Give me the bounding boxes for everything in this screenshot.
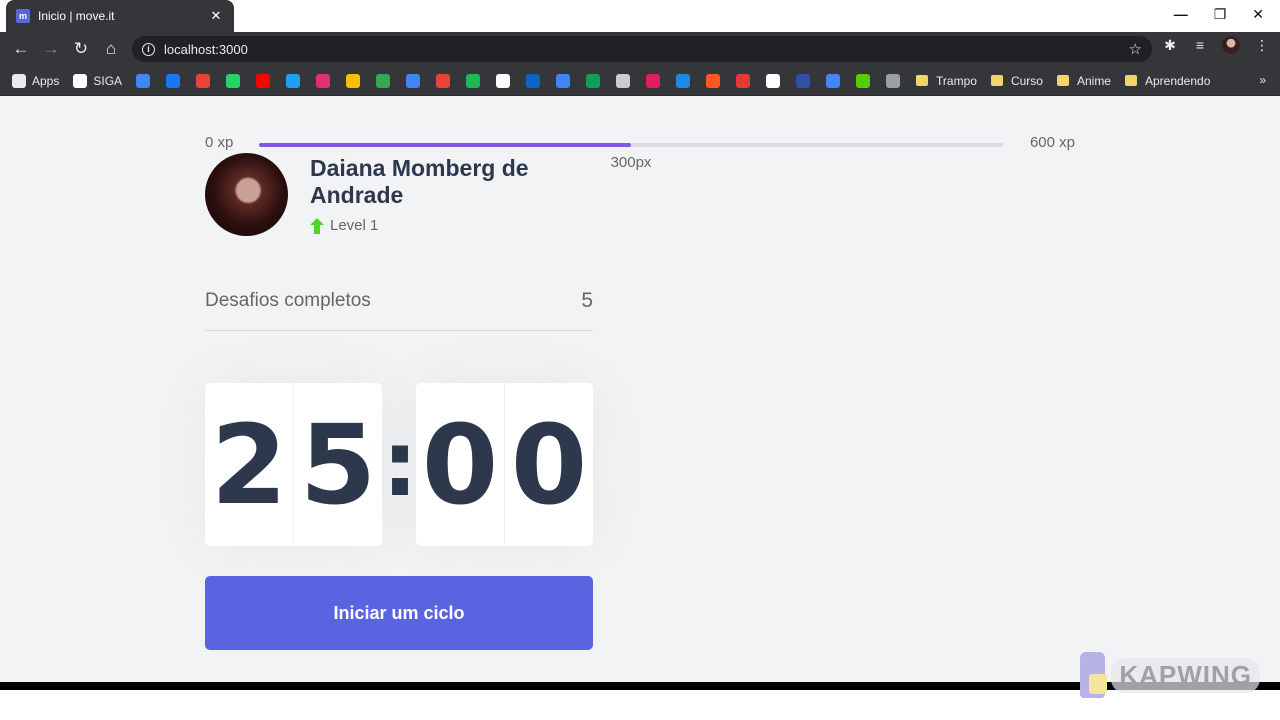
address-bar[interactable]: i localhost:3000 ☆ (132, 36, 1152, 62)
folder-label: Curso (1010, 73, 1043, 88)
second-digit-right: 0 (504, 383, 593, 546)
experience-bar: 0 xp 300px 600 xp (205, 134, 1075, 171)
spotify-icon[interactable] (466, 73, 481, 88)
calendar-icon[interactable] (136, 73, 151, 88)
bookmark-folder-trampo[interactable]: Trampo (916, 74, 977, 88)
bookmark-siga[interactable]: SIGA (73, 73, 123, 88)
home-icon[interactable]: ⌂ (96, 34, 126, 64)
globe-icon (73, 73, 88, 88)
level-up-arrow-icon (310, 217, 324, 234)
bookmark-folder-curso[interactable]: Curso (990, 73, 1043, 88)
folder-label: Trampo (936, 73, 977, 88)
bookmark-folder-aprendendo[interactable]: Aprendendo (1124, 73, 1211, 88)
translate-icon[interactable] (406, 73, 421, 88)
photos-icon[interactable] (346, 73, 361, 88)
facebook-icon[interactable] (166, 73, 181, 88)
challenges-count: 5 (581, 289, 593, 312)
folder-label: Aprendendo (1144, 73, 1211, 88)
url-text[interactable]: localhost:3000 (164, 42, 1129, 57)
twitter-icon[interactable] (286, 73, 301, 88)
page-content: 0 xp 300px 600 xp Daiana Momberg de Andr… (0, 96, 1280, 682)
minimize-icon[interactable]: — (1174, 6, 1188, 23)
instagram-icon[interactable] (316, 73, 331, 88)
folder-icon (1056, 75, 1069, 86)
profile-info: Daiana Momberg de Andrade Level 1 (310, 155, 560, 234)
drive-icon[interactable] (376, 73, 391, 88)
close-window-icon[interactable]: ✕ (1252, 6, 1264, 23)
profile-avatar-icon[interactable] (1222, 36, 1240, 54)
tab-favicon-icon: m (16, 9, 30, 23)
folder-icon (990, 75, 1003, 86)
xp-track (259, 143, 1003, 147)
user-avatar (205, 153, 288, 236)
mal-icon[interactable] (796, 73, 811, 88)
xp-current-label: 300px (610, 154, 652, 171)
countdown-timer: 2 5 : 0 0 (205, 383, 593, 546)
bookmarks-bar: Apps SIGA Trampo Curso Anime Aprendendo » (0, 66, 1280, 96)
folder-label: Anime (1076, 73, 1111, 88)
forward-icon[interactable]: → (36, 34, 66, 64)
linkedin-icon[interactable] (526, 73, 541, 88)
folder-icon (916, 75, 929, 86)
extensions-icon[interactable]: ✱ (1162, 37, 1178, 54)
watermark-text: KAPWING (1111, 657, 1260, 693)
app-10-icon[interactable] (436, 73, 451, 88)
tab-close-icon[interactable]: ✕ (208, 8, 224, 24)
kapwing-watermark: KAPWING (1080, 650, 1260, 700)
github-icon[interactable] (496, 73, 511, 88)
browser-tab[interactable]: m Inicio | move.it ✕ (6, 0, 234, 32)
xp-max-label: 600 xp (1029, 134, 1075, 151)
toolbar-right: ✱ ≡ ⋮ (1162, 36, 1270, 54)
restore-icon[interactable]: ❐ (1214, 6, 1227, 23)
bookmark-star-icon[interactable]: ☆ (1129, 40, 1142, 58)
more-bookmarks-icon[interactable]: » (1259, 73, 1266, 87)
tab-title: Inicio | move.it (38, 9, 115, 23)
bookmark-label: Apps (32, 73, 60, 88)
docs-icon[interactable] (556, 73, 571, 88)
mp3-icon[interactable] (676, 73, 691, 88)
reload-icon[interactable]: ↻ (66, 34, 96, 64)
second-digit-left: 0 (421, 400, 499, 529)
profile: Daiana Momberg de Andrade Level 1 (205, 153, 560, 236)
minute-digit-left: 2 (210, 400, 288, 529)
xp-min-label: 0 xp (205, 134, 234, 151)
window-controls: — ❐ ✕ (1174, 6, 1264, 23)
completed-challenges: Desafios completos 5 (205, 286, 593, 331)
bookmark-icon[interactable] (616, 73, 631, 88)
tab-strip: m Inicio | move.it ✕ — ❐ ✕ (0, 0, 1280, 32)
challenges-label: Desafios completos (205, 290, 371, 311)
minute-digit-right: 5 (293, 383, 382, 546)
bookmark-label: SIGA (93, 73, 123, 88)
start-cycle-button[interactable]: Iniciar um ciclo (205, 576, 593, 650)
apps-grid-icon (12, 73, 26, 88)
slack-icon[interactable] (646, 73, 661, 88)
whatsapp-icon[interactable] (226, 73, 241, 88)
bookmark-folder-anime[interactable]: Anime (1056, 73, 1111, 88)
bookmark-apps[interactable]: Apps (12, 73, 60, 88)
gmail-icon[interactable] (196, 73, 211, 88)
kapwing-logo-icon (1080, 652, 1108, 698)
back-icon[interactable]: ← (6, 34, 36, 64)
shop-icon[interactable] (736, 73, 751, 88)
menu-kebab-icon[interactable]: ⋮ (1254, 37, 1270, 54)
youtube-icon[interactable] (256, 73, 271, 88)
fire-icon[interactable] (706, 73, 721, 88)
xp-progress-fill (259, 143, 631, 147)
seconds-group: 0 0 (416, 383, 593, 546)
level-row: Level 1 (310, 217, 560, 234)
settings-app-icon[interactable] (886, 73, 901, 88)
folder-icon (1124, 75, 1137, 86)
profile-name: Daiana Momberg de Andrade (310, 155, 529, 208)
sheets-icon[interactable] (586, 73, 601, 88)
notion-icon[interactable] (766, 73, 781, 88)
site-info-icon[interactable]: i (142, 42, 155, 56)
minutes-group: 2 5 (205, 383, 382, 546)
countdown-separator: : (382, 412, 418, 517)
duolingo-icon[interactable] (856, 73, 871, 88)
cloud-icon[interactable] (826, 73, 841, 88)
level-label: Level 1 (330, 217, 379, 234)
browser-toolbar: ← → ↻ ⌂ i localhost:3000 ☆ ✱ ≡ ⋮ (0, 32, 1280, 66)
reading-list-icon[interactable]: ≡ (1192, 37, 1208, 53)
